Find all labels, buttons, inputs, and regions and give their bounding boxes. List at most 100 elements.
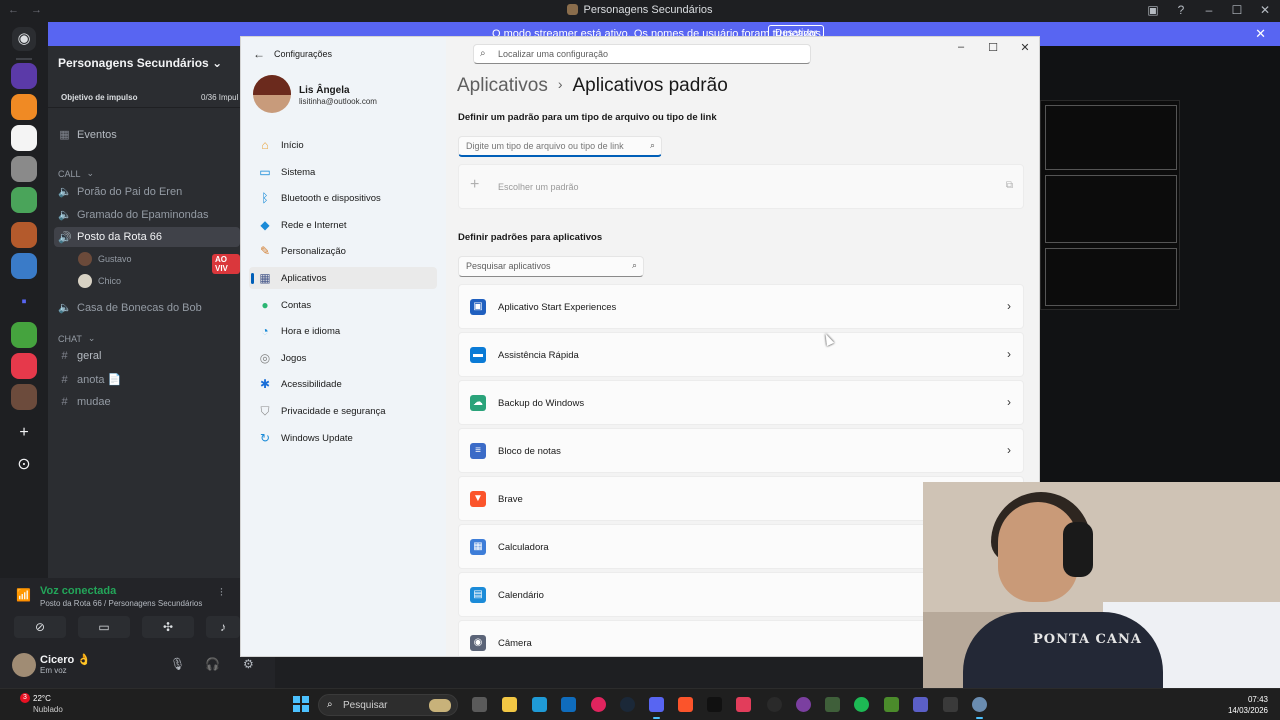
obs-icon[interactable]	[767, 697, 782, 712]
filetype-search-input[interactable]: Digite um tipo de arquivo ou tipo de lin…	[458, 136, 662, 157]
nav-item[interactable]: ● Contas	[249, 294, 437, 316]
app-label: Bloco de notas	[498, 446, 561, 457]
server-icon[interactable]	[11, 222, 37, 248]
folder-icon[interactable]: ▪	[12, 290, 36, 314]
chevron-right-icon: ›	[557, 76, 563, 92]
close-icon[interactable]: ✕	[1019, 41, 1031, 54]
profile-avatar[interactable]	[253, 75, 291, 113]
back-arrow-icon[interactable]: ←	[253, 47, 265, 61]
minecraft-icon[interactable]	[884, 697, 899, 712]
app-row[interactable]: ▣ Aplicativo Start Experiences ›	[458, 284, 1024, 329]
add-server-icon[interactable]: +	[12, 421, 36, 445]
settings-search-input[interactable]: ⌕ Localizar uma configuração	[473, 44, 811, 64]
category-call[interactable]: CALL ⌄	[58, 168, 94, 179]
nav-item[interactable]: ▭ Sistema	[249, 161, 437, 183]
outlook-icon[interactable]	[561, 697, 576, 712]
soundboard-button[interactable]: ♪	[206, 616, 240, 638]
apps-search-input[interactable]: Pesquisar aplicativos ⌕	[458, 256, 644, 277]
help-icon[interactable]: ?	[1174, 3, 1188, 17]
server-icon[interactable]	[11, 253, 37, 279]
server-icon[interactable]	[11, 384, 37, 410]
nav-item[interactable]: ✎ Personalização	[249, 240, 437, 262]
app-icon[interactable]	[943, 697, 958, 712]
noise-suppression-icon[interactable]: ⫶	[220, 587, 223, 600]
app-icon[interactable]	[825, 697, 840, 712]
discord-icon[interactable]	[649, 697, 664, 719]
store-icon[interactable]	[532, 697, 547, 712]
server-icon[interactable]	[11, 125, 37, 151]
start-button[interactable]	[293, 696, 309, 712]
maximize-icon[interactable]: ☐	[987, 41, 999, 54]
settings-gear-icon[interactable]	[972, 697, 987, 719]
text-channel[interactable]: # anota 📄	[58, 373, 121, 387]
close-icon[interactable]: ✕	[1258, 3, 1272, 17]
avatar[interactable]	[12, 653, 36, 677]
voice-connected-subtitle[interactable]: Posto da Rota 66 / Personagens Secundári…	[40, 599, 202, 608]
server-icon[interactable]	[11, 156, 37, 182]
category-chat[interactable]: CHAT ⌄	[58, 333, 95, 344]
events-item[interactable]: ▦ Eventos	[58, 128, 116, 142]
camera-off-button[interactable]: ⊘	[14, 616, 66, 638]
accessibility-icon: ✱	[259, 377, 271, 392]
app-row[interactable]: ☁ Backup do Windows ›	[458, 380, 1024, 425]
server-icon[interactable]	[11, 187, 37, 213]
nav-item[interactable]: ◆ Rede e Internet	[249, 214, 437, 236]
nav-item[interactable]: ◎ Jogos	[249, 347, 437, 369]
voice-channel[interactable]: 🔈 Porão do Pai do Eren	[58, 185, 182, 199]
banner-close-icon[interactable]: ✕	[1255, 26, 1266, 42]
spotify-icon[interactable]	[854, 697, 869, 712]
file-explorer-icon[interactable]	[502, 697, 517, 712]
weather-temp[interactable]: 22°C	[33, 694, 51, 703]
nav-item[interactable]: ✱ Acessibilidade	[249, 373, 437, 395]
task-view-icon[interactable]	[472, 697, 487, 712]
channel-label: Casa de Bonecas do Bob	[77, 301, 202, 314]
opera-icon[interactable]	[591, 697, 606, 712]
breadcrumb-parent[interactable]: Aplicativos	[457, 75, 548, 96]
server-icon[interactable]	[11, 353, 37, 379]
steam-icon[interactable]	[620, 697, 635, 712]
text-channel[interactable]: # mudae	[58, 396, 110, 408]
voice-user[interactable]: Gustavo	[78, 252, 132, 266]
nav-item[interactable]: ᛒ Bluetooth e dispositivos	[249, 187, 437, 209]
weather-desc[interactable]: Nublado	[33, 705, 63, 714]
text-channel[interactable]: # geral	[58, 350, 101, 362]
app-row[interactable]: ▬ Assistência Rápida ›	[458, 332, 1024, 377]
voice-channel-active[interactable]: 🔊 Posto da Rota 66	[54, 227, 240, 247]
signal-icon[interactable]: 📶	[16, 588, 31, 602]
minimize-icon[interactable]: –	[955, 41, 967, 54]
server-name-header[interactable]: Personagens Secundários ⌄	[58, 56, 222, 70]
voice-user[interactable]: Chico	[78, 274, 121, 288]
app-row[interactable]: ≡ Bloco de notas ›	[458, 428, 1024, 473]
taskbar-search-placeholder: Pesquisar	[343, 700, 388, 711]
server-icon[interactable]	[11, 322, 37, 348]
voice-channel[interactable]: 🔈 Gramado do Epaminondas	[58, 208, 208, 222]
boost-goal[interactable]: Objetivo de impulso 0/36 Impul	[48, 86, 240, 108]
nav-item[interactable]: ▦ Aplicativos	[249, 267, 437, 289]
gear-icon[interactable]: ⚙	[243, 657, 254, 671]
nav-item[interactable]: ⛉ Privacidade e segurança	[249, 400, 437, 422]
webcam-body	[963, 612, 1163, 688]
tiktok-icon[interactable]	[707, 697, 722, 712]
nav-item[interactable]: ↻ Windows Update	[249, 427, 437, 449]
discord-home-icon[interactable]: ◉	[12, 27, 36, 51]
voice-channel[interactable]: 🔈 Casa de Bonecas do Bob	[58, 301, 202, 315]
taskbar-search[interactable]: ⌕ Pesquisar	[318, 694, 458, 716]
nav-item[interactable]: ⌂ Início	[249, 134, 437, 156]
choose-default-button[interactable]: + Escolher um padrão ⧉	[458, 164, 1024, 209]
minimize-icon[interactable]: –	[1202, 3, 1216, 17]
server-icon[interactable]	[11, 94, 37, 120]
headphones-icon[interactable]: 🎧	[205, 657, 220, 671]
discover-icon[interactable]: ⊙	[12, 453, 36, 477]
brave-icon[interactable]	[678, 697, 693, 712]
share-screen-button[interactable]: ▭	[78, 616, 130, 638]
inbox-icon[interactable]: ▣	[1146, 3, 1160, 17]
app-icon[interactable]	[796, 697, 811, 712]
app-icon[interactable]	[736, 697, 751, 712]
server-icon[interactable]	[11, 63, 37, 89]
activities-button[interactable]: ✣	[142, 616, 194, 638]
maximize-icon[interactable]: ☐	[1230, 3, 1244, 17]
microphone-icon[interactable]: 🎙	[170, 657, 185, 671]
nav-item[interactable]: ◔ Hora e idioma	[249, 320, 437, 342]
taskbar-clock[interactable]: 07:43 14/03/2026	[1228, 694, 1268, 716]
teams-icon[interactable]	[913, 697, 928, 712]
